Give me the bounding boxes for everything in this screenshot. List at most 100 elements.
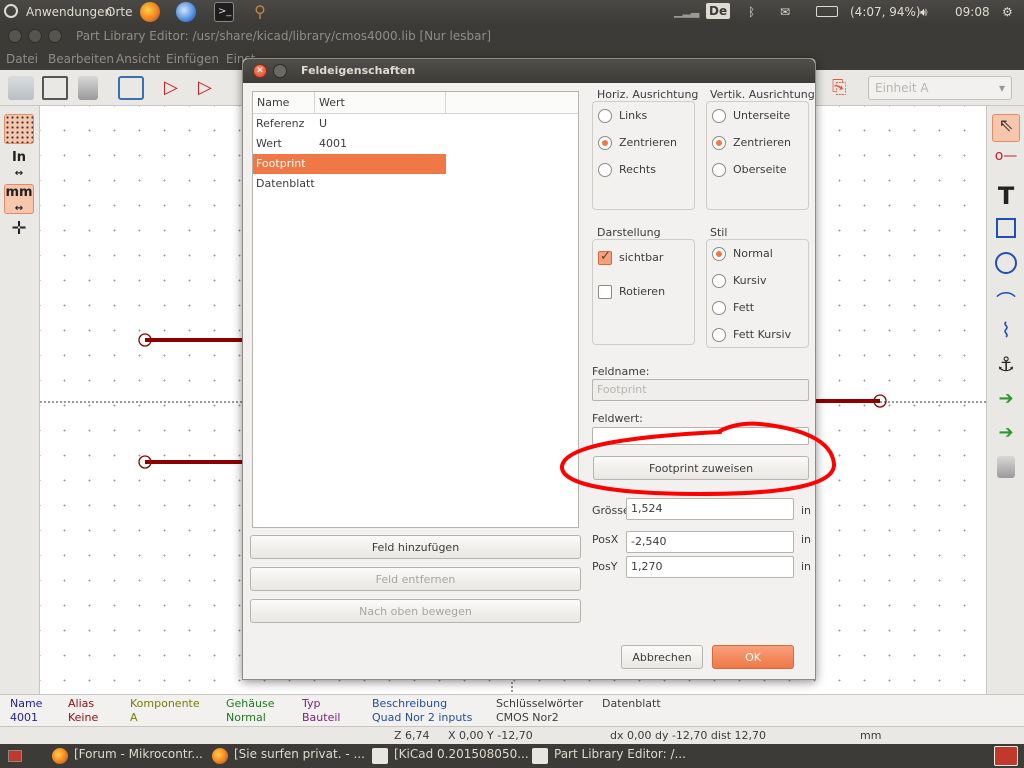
show-desktop-icon[interactable]: [8, 750, 22, 762]
add-text-icon[interactable]: T: [992, 182, 1020, 210]
row-value-cell: 4001: [319, 137, 347, 150]
radio-button: [598, 163, 612, 177]
remove-field-button[interactable]: Feld entfernen: [250, 567, 581, 591]
close-window-button[interactable]: [8, 29, 22, 43]
bluetooth-icon[interactable]: ᛒ: [748, 5, 755, 19]
save-library-icon[interactable]: [8, 76, 34, 100]
posx-input[interactable]: -2,540: [626, 531, 794, 553]
add-pin-icon[interactable]: o—: [992, 148, 1020, 176]
field-value-input[interactable]: [592, 427, 809, 445]
field-table[interactable]: Name Wert Referenz U Wert 4001 Footprint…: [252, 91, 579, 528]
radio-style-normal[interactable]: Normal: [707, 246, 773, 262]
battery-icon[interactable]: [816, 6, 838, 17]
radio-align-right[interactable]: Rechts: [593, 162, 656, 178]
menu-insert[interactable]: Einfügen: [166, 52, 219, 66]
task-kicad[interactable]: [KiCad 0.201508050...: [372, 747, 529, 767]
top-panel: Anwendungen Orte >_ ⚲ ▁▂▃ De ᛒ ✉ (4:07, …: [0, 0, 1024, 24]
maximize-window-button[interactable]: [48, 29, 62, 43]
trash-icon[interactable]: [994, 746, 1018, 766]
volume-icon[interactable]: 🔊︎: [920, 5, 928, 20]
menu-view[interactable]: Ansicht: [116, 52, 160, 66]
export-drawing-icon[interactable]: ➔: [992, 422, 1020, 450]
task-library-editor-label: Part Library Editor: /...: [554, 747, 686, 761]
field-value-label: Feldwert:: [592, 412, 643, 425]
anchor-icon[interactable]: ⚓: [992, 352, 1020, 380]
import-drawing-icon[interactable]: ➔: [992, 388, 1020, 416]
column-header-value[interactable]: Wert: [315, 92, 446, 114]
field-name-input[interactable]: Footprint: [592, 379, 809, 401]
move-up-button[interactable]: Nach oben bewegen: [250, 599, 581, 623]
add-field-button[interactable]: Feld hinzufügen: [250, 535, 581, 559]
add-polyline-icon[interactable]: ⌇: [992, 318, 1020, 346]
cursor-crosshair-icon[interactable]: ✛: [4, 218, 34, 248]
radio-align-left[interactable]: Links: [593, 108, 647, 124]
minimize-window-button[interactable]: [28, 29, 42, 43]
task-private-browsing[interactable]: [Sie surfen privat. - ...: [212, 747, 365, 767]
ok-button[interactable]: OK: [712, 645, 794, 669]
window-title: Part Library Editor: /usr/share/kicad/li…: [76, 29, 492, 43]
checkbox-rotate[interactable]: Rotieren: [593, 284, 665, 300]
units-inch-button[interactable]: In ↔: [4, 150, 34, 180]
menu-file[interactable]: Datei: [6, 52, 38, 66]
table-row[interactable]: Wert 4001: [253, 134, 578, 154]
radio-style-bold-italic[interactable]: Fett Kursiv: [707, 327, 791, 343]
checkbox-checked: [598, 249, 612, 265]
pdf-datasheet-icon[interactable]: ⎘: [832, 76, 858, 100]
radio-align-center[interactable]: Zentrieren: [593, 135, 677, 151]
radio-button: [712, 163, 726, 177]
browse-library-icon[interactable]: [118, 76, 144, 100]
table-row-selected[interactable]: Footprint: [253, 154, 578, 174]
delete-icon[interactable]: [78, 76, 98, 100]
column-header-name[interactable]: Name: [253, 92, 315, 114]
add-rectangle-icon[interactable]: [996, 218, 1016, 238]
radio-align-bottom[interactable]: Unterseite: [707, 108, 790, 124]
apps-menu[interactable]: Anwendungen: [26, 5, 112, 19]
info-alias-value: Keine: [68, 711, 99, 724]
cancel-button[interactable]: Abbrechen: [621, 645, 703, 669]
power-icon[interactable]: [4, 4, 18, 18]
unit-select[interactable]: Einheit A ▾: [868, 76, 1012, 100]
settings-gear-icon[interactable]: ⚙: [1002, 5, 1013, 19]
posy-input[interactable]: 1,270: [626, 556, 794, 578]
signal-icon[interactable]: ▁▂▃: [674, 5, 699, 18]
kicad-app-icon[interactable]: ⚲: [250, 2, 270, 22]
row-value-cell: [315, 174, 446, 194]
clock[interactable]: 09:08: [955, 5, 990, 19]
firefox-icon[interactable]: [140, 2, 160, 22]
mail-icon[interactable]: ✉: [780, 5, 790, 19]
select-arrow-icon[interactable]: ⇖: [992, 114, 1020, 142]
task-library-editor[interactable]: Part Library Editor: /...: [532, 747, 686, 767]
units-inch-label: In: [11, 150, 27, 165]
minimize-dialog-button[interactable]: [273, 64, 287, 78]
radio-style-italic[interactable]: Kursiv: [707, 273, 766, 289]
component-info-bar: Name 4001 Alias Keine Komponente A Gehäu…: [0, 694, 1024, 726]
size-input[interactable]: 1,524: [626, 498, 794, 520]
table-row[interactable]: Datenblatt: [253, 174, 578, 194]
network-globe-icon[interactable]: [176, 2, 196, 22]
keyboard-layout[interactable]: De: [706, 3, 731, 19]
delete-item-icon[interactable]: [997, 456, 1015, 478]
table-row[interactable]: Referenz U: [253, 114, 578, 134]
open-book-icon[interactable]: [42, 76, 68, 100]
radio-label: Zentrieren: [619, 136, 677, 149]
close-dialog-button[interactable]: ✕: [253, 64, 267, 78]
radio-label: Fett Kursiv: [733, 328, 792, 341]
units-mm-button[interactable]: mm ↔: [4, 184, 34, 214]
radio-align-vcenter[interactable]: Zentrieren: [707, 135, 791, 151]
radio-label: Oberseite: [733, 163, 787, 176]
radio-align-top[interactable]: Oberseite: [707, 162, 787, 178]
library-editor-icon: [532, 748, 548, 764]
add-arc-icon[interactable]: ⌒: [992, 286, 1020, 314]
terminal-icon[interactable]: >_: [214, 2, 234, 22]
assign-footprint-button[interactable]: Footprint zuweisen: [593, 456, 809, 480]
menu-edit[interactable]: Bearbeiten: [48, 52, 114, 66]
add-circle-icon[interactable]: [995, 252, 1017, 274]
task-forum[interactable]: [Forum - Mikrocontr...: [52, 747, 203, 767]
status-bar: Z 6,74 X 0,00 Y -12,70 dx 0,00 dy -12,70…: [0, 726, 1024, 744]
radio-style-bold[interactable]: Fett: [707, 300, 754, 316]
grid-toggle-icon[interactable]: [4, 114, 34, 144]
import-component-icon[interactable]: ▷: [198, 76, 224, 100]
checkbox-visible[interactable]: sichtbar: [593, 249, 663, 266]
new-component-icon[interactable]: ▷: [164, 76, 190, 100]
places-menu[interactable]: Orte: [106, 5, 132, 19]
